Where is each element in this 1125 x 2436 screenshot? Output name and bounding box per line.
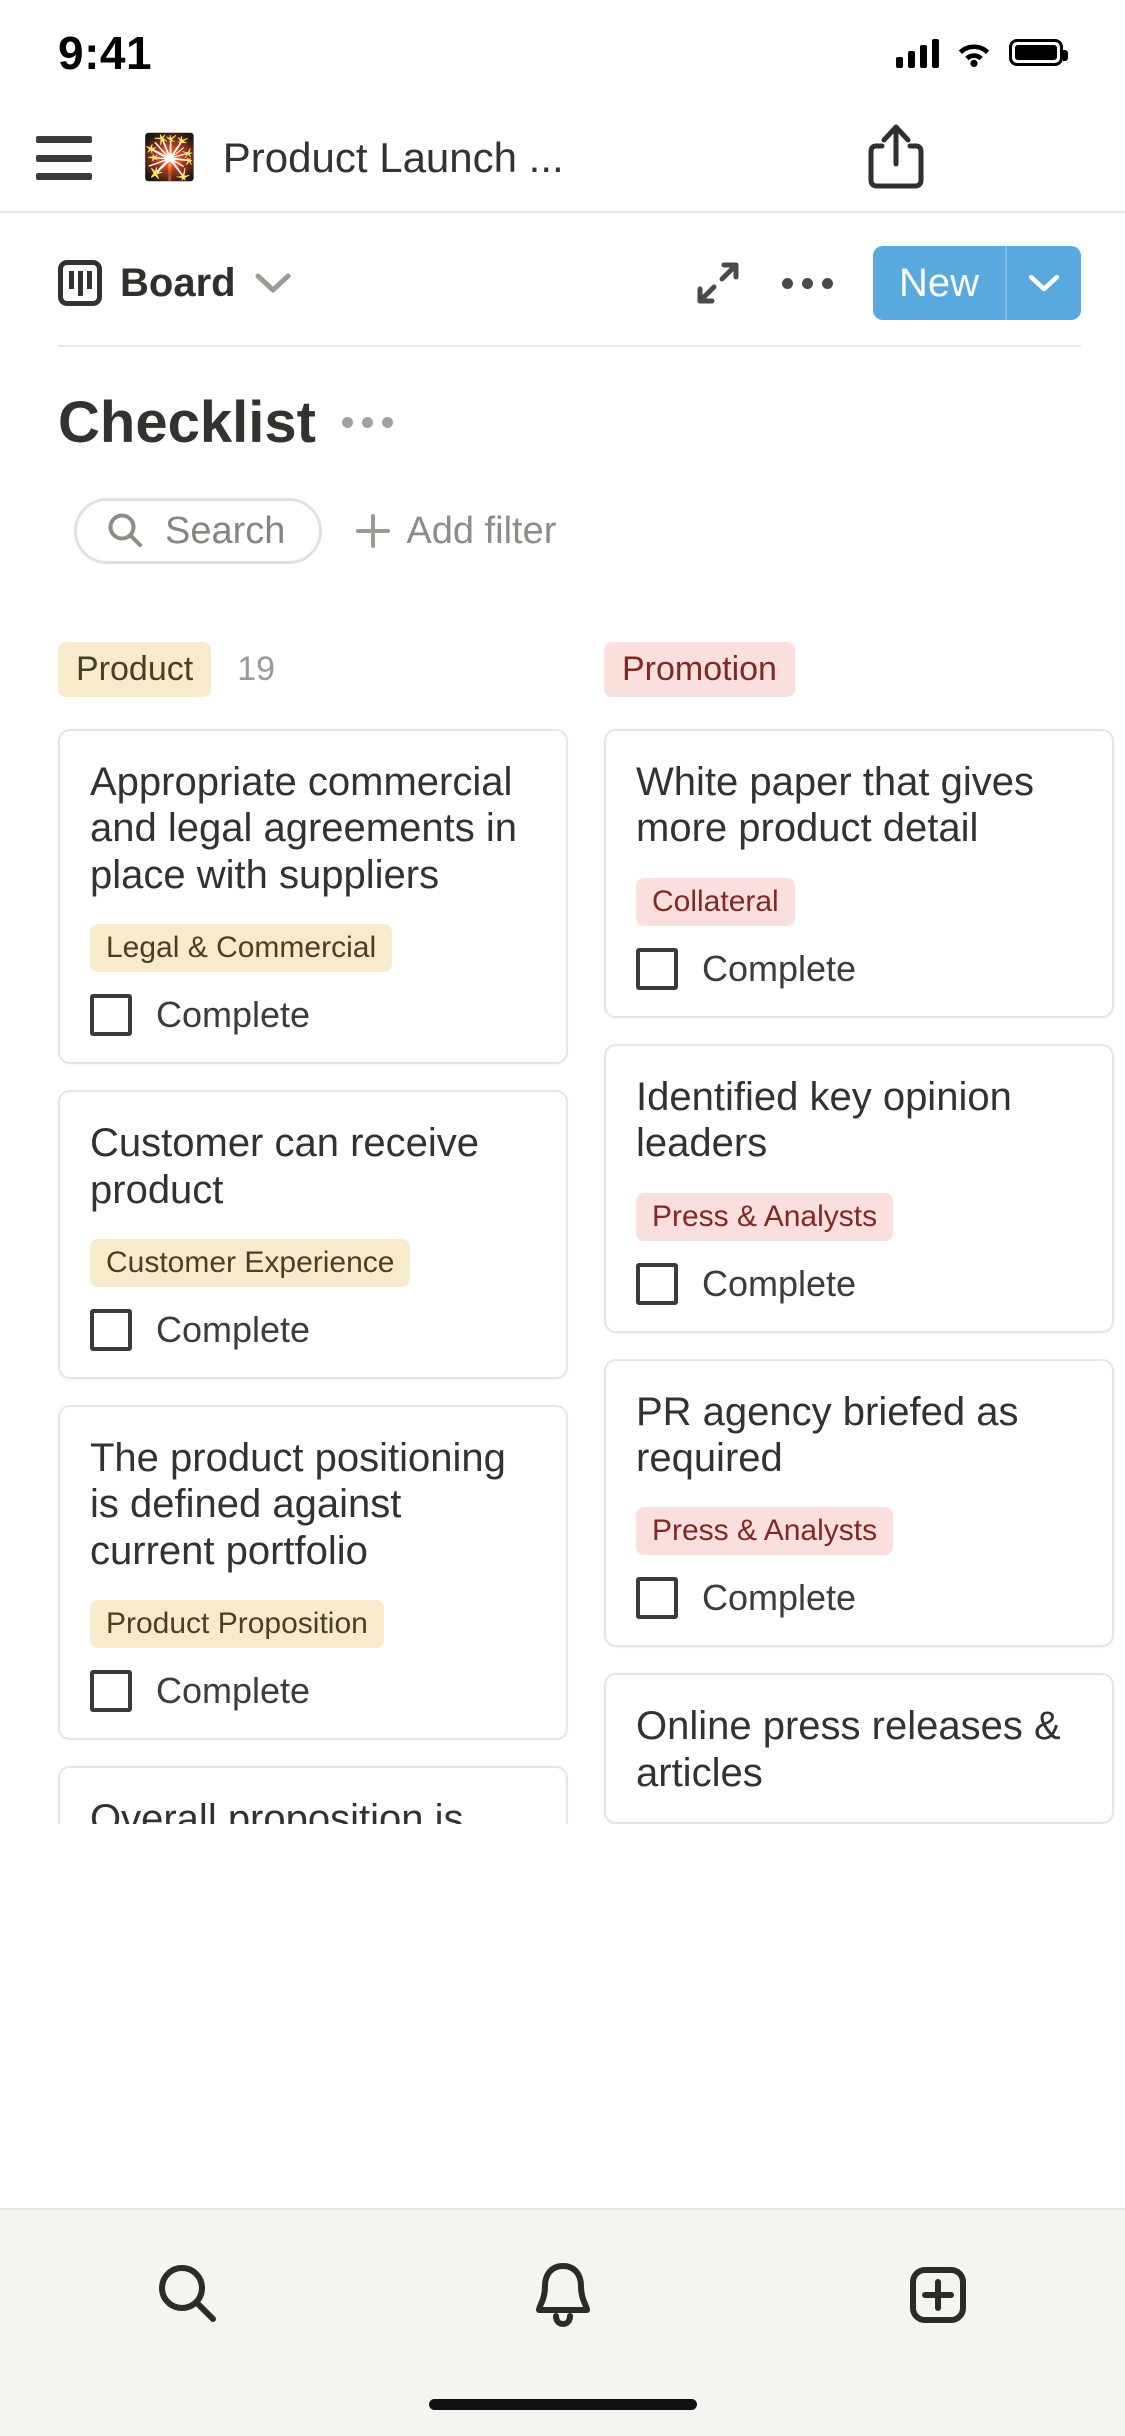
tab-notifications[interactable] bbox=[503, 2258, 623, 2332]
card-title: Customer can receive product bbox=[90, 1121, 480, 1212]
card-title: White paper that gives more product deta… bbox=[636, 760, 1034, 851]
column-badge[interactable]: Promotion bbox=[604, 642, 795, 697]
card-complete-row[interactable]: Complete bbox=[90, 1670, 536, 1713]
board-columns[interactable]: Product 19 Appropriate commercial and le… bbox=[0, 564, 1125, 1824]
add-filter-label: Add filter bbox=[406, 509, 557, 552]
card-complete-row[interactable]: Complete bbox=[636, 1262, 1082, 1305]
board-column-promotion: Promotion White paper that gives more pr… bbox=[604, 642, 1114, 1824]
toolbar-actions: New bbox=[694, 246, 1081, 320]
board-card[interactable]: Overall proposition is clearly establish… bbox=[58, 1766, 568, 1824]
filter-bar: Search Add filter bbox=[0, 456, 1125, 564]
view-toolbar: Board New bbox=[0, 231, 1125, 335]
card-tag[interactable]: Legal & Commercial bbox=[90, 924, 393, 973]
card-complete-row[interactable]: Complete bbox=[90, 994, 536, 1037]
complete-checkbox[interactable] bbox=[90, 1670, 132, 1713]
new-button-label: New bbox=[873, 246, 1007, 320]
card-complete-row[interactable]: Complete bbox=[90, 1308, 536, 1351]
board-column-product: Product 19 Appropriate commercial and le… bbox=[58, 642, 568, 1824]
document-title[interactable]: Product Launch ... bbox=[223, 134, 564, 182]
more-options-icon[interactable] bbox=[781, 277, 833, 289]
card-complete-row[interactable]: Complete bbox=[636, 947, 1082, 990]
card-tag[interactable]: Collateral bbox=[636, 877, 795, 926]
share-icon[interactable] bbox=[867, 122, 925, 195]
board-card[interactable]: Appropriate commercial and legal agreeme… bbox=[58, 729, 568, 1065]
search-icon bbox=[108, 513, 142, 547]
board-card[interactable]: Online press releases & articles bbox=[604, 1673, 1114, 1824]
board-card[interactable]: Identified key opinion leaders Press & A… bbox=[604, 1043, 1114, 1333]
search-icon bbox=[158, 2265, 216, 2322]
battery-icon bbox=[1009, 39, 1068, 66]
card-title: Overall proposition is clearly establish… bbox=[90, 1797, 464, 1824]
add-filter-button[interactable]: Add filter bbox=[356, 510, 556, 553]
complete-label: Complete bbox=[156, 1308, 311, 1350]
page-more-icon[interactable] bbox=[341, 417, 393, 428]
search-input[interactable]: Search bbox=[74, 498, 323, 564]
status-time: 9:41 bbox=[58, 26, 153, 79]
card-tag[interactable]: Customer Experience bbox=[90, 1238, 411, 1287]
bell-icon bbox=[535, 2263, 590, 2328]
plus-icon bbox=[356, 514, 391, 548]
complete-label: Complete bbox=[702, 1577, 857, 1619]
complete-checkbox[interactable] bbox=[90, 994, 132, 1037]
column-header: Product 19 bbox=[58, 642, 568, 697]
plus-square-icon bbox=[909, 2267, 966, 2323]
app-header: 🎇 Product Launch ... bbox=[0, 105, 1125, 213]
home-indicator bbox=[428, 2399, 697, 2410]
page-title: Checklist bbox=[58, 390, 316, 455]
card-title: The product positioning is defined again… bbox=[90, 1435, 506, 1573]
complete-label: Complete bbox=[702, 947, 857, 989]
card-complete-row[interactable]: Complete bbox=[636, 1577, 1082, 1620]
new-button-dropdown[interactable] bbox=[1007, 246, 1081, 320]
new-button[interactable]: New bbox=[872, 246, 1081, 320]
card-tag[interactable]: Press & Analysts bbox=[636, 1192, 894, 1241]
chevron-down-icon bbox=[255, 273, 291, 293]
board-card[interactable]: PR agency briefed as required Press & An… bbox=[604, 1358, 1114, 1648]
board-icon bbox=[58, 260, 102, 306]
view-switcher[interactable]: Board bbox=[58, 260, 292, 306]
card-tag[interactable]: Press & Analysts bbox=[636, 1507, 894, 1556]
tab-search[interactable] bbox=[128, 2258, 248, 2332]
complete-label: Complete bbox=[156, 1670, 311, 1712]
status-bar: 9:41 bbox=[0, 0, 1125, 105]
expand-diagonal-icon[interactable] bbox=[694, 259, 742, 307]
complete-checkbox[interactable] bbox=[636, 1262, 678, 1305]
bottom-tab-bar bbox=[0, 2208, 1125, 2436]
document-emoji-icon: 🎇 bbox=[142, 133, 197, 182]
board-card[interactable]: Customer can receive product Customer Ex… bbox=[58, 1090, 568, 1379]
chevron-down-icon bbox=[1028, 274, 1060, 292]
card-title: PR agency briefed as required bbox=[636, 1389, 1019, 1480]
wifi-icon bbox=[958, 44, 990, 67]
cellular-signal-icon bbox=[896, 38, 939, 68]
card-tag[interactable]: Product Proposition bbox=[90, 1600, 384, 1649]
column-badge[interactable]: Product bbox=[58, 642, 212, 697]
search-placeholder: Search bbox=[165, 509, 286, 552]
column-header: Promotion bbox=[604, 642, 1114, 697]
menu-icon[interactable] bbox=[36, 136, 92, 180]
page-header: Checklist bbox=[0, 347, 1125, 456]
complete-checkbox[interactable] bbox=[90, 1308, 132, 1351]
card-title: Online press releases & articles bbox=[636, 1704, 1061, 1795]
complete-label: Complete bbox=[156, 994, 311, 1036]
complete-checkbox[interactable] bbox=[636, 947, 678, 990]
view-label: Board bbox=[120, 260, 236, 305]
status-indicators bbox=[896, 38, 1068, 68]
column-count: 19 bbox=[237, 650, 276, 688]
board-card[interactable]: White paper that gives more product deta… bbox=[604, 729, 1114, 1018]
board-card[interactable]: The product positioning is defined again… bbox=[58, 1404, 568, 1741]
tab-create[interactable] bbox=[878, 2258, 998, 2332]
card-title: Identified key opinion leaders bbox=[636, 1074, 1012, 1166]
card-title: Appropriate commercial and legal agreeme… bbox=[90, 760, 517, 897]
complete-checkbox[interactable] bbox=[636, 1577, 678, 1620]
complete-label: Complete bbox=[702, 1262, 857, 1304]
